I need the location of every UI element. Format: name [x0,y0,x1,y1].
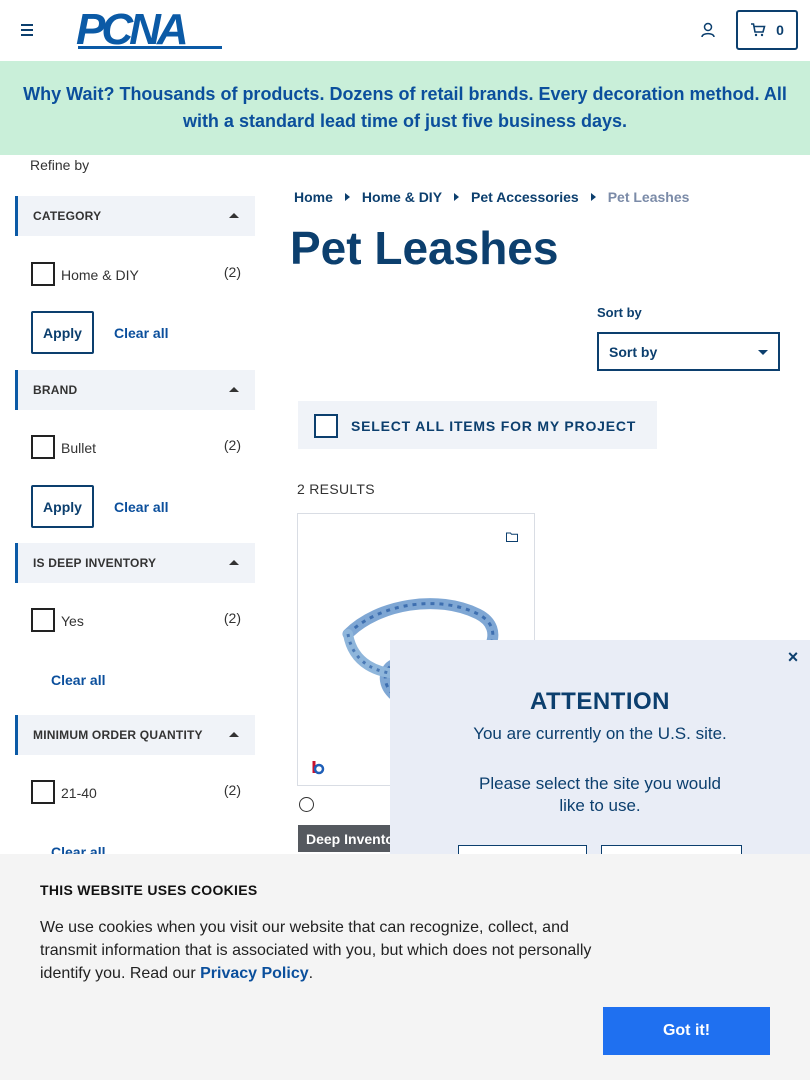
bullet-brand-icon [311,760,325,775]
facet-option-label: Bullet [61,440,97,456]
close-icon[interactable]: × [786,648,800,666]
promo-banner-text: Why Wait? Thousands of products. Dozens … [23,84,787,131]
clear-all-deep-inventory[interactable]: Clear all [51,672,105,688]
breadcrumb-arrow-icon [454,193,460,201]
account-icon[interactable] [699,21,717,39]
facet-option-count: (2) [223,437,241,453]
cookie-banner: THIS WEBSITE USES COOKIES We use cookies… [0,854,810,1080]
breadcrumb-home[interactable]: Home [294,189,333,205]
facet-header-deep-inventory[interactable]: IS DEEP INVENTORY [15,543,255,583]
sort-label: Sort by [597,305,642,320]
select-all-checkbox[interactable] [314,414,338,438]
checkbox[interactable] [31,435,55,459]
facet-option-yes[interactable]: Yes (2) [31,608,246,632]
results-count: 2 RESULTS [297,481,375,497]
cookie-text: We use cookies when you visit our websit… [40,916,600,985]
facet-option-label: 21-40 [61,785,97,801]
select-all-label: SELECT ALL ITEMS FOR MY PROJECT [351,418,637,434]
facet-option-label: Home & DIY [61,267,139,283]
cart-button[interactable]: 0 [736,10,798,50]
facet-option-label: Yes [61,613,84,629]
pcna-logo[interactable]: PCNA [76,5,222,54]
modal-title: ATTENTION [529,688,671,715]
cookie-title: THIS WEBSITE USES COOKIES [40,882,258,898]
sort-select[interactable]: Sort by [597,332,780,371]
promo-banner: Why Wait? Thousands of products. Dozens … [0,61,810,155]
chevron-down-icon [758,350,768,355]
facet-title: IS DEEP INVENTORY [33,556,157,570]
checkbox[interactable] [31,780,55,804]
product-compare-radio[interactable] [299,797,314,812]
checkbox[interactable] [31,262,55,286]
facet-option-count: (2) [223,264,241,280]
sort-select-value: Sort by [609,343,658,360]
checkbox[interactable] [31,608,55,632]
site-selector-modal: × ATTENTION You are currently on the U.S… [390,640,810,885]
facet-option-home-diy[interactable]: Home & DIY (2) [31,262,246,286]
facet-title: MINIMUM ORDER QUANTITY [33,728,203,742]
logo-text: PCNA [76,5,189,54]
breadcrumb: Home Home & DIY Pet Accessories Pet Leas… [294,189,689,205]
select-all-items[interactable]: SELECT ALL ITEMS FOR MY PROJECT [298,401,657,449]
facet-option-count: (2) [223,782,241,798]
modal-message: You are currently on the U.S. site. [473,724,727,743]
cookie-period: . [308,965,314,982]
page-title: Pet Leashes [290,222,559,274]
hamburger-menu-icon[interactable] [18,20,38,40]
caret-up-icon [229,732,239,737]
modal-instruction: Please select the site you would like to… [479,774,721,815]
caret-up-icon [229,387,239,392]
caret-up-icon [229,560,239,565]
clear-all-brand[interactable]: Clear all [114,499,168,515]
apply-button-brand[interactable]: Apply [31,485,94,528]
facet-option-count: (2) [223,610,241,626]
logo-underline [78,46,222,49]
caret-up-icon [229,213,239,218]
cart-icon [751,23,766,37]
facet-option-bullet[interactable]: Bullet (2) [31,435,246,459]
apply-button-category[interactable]: Apply [31,311,94,354]
breadcrumb-arrow-icon [344,193,350,201]
breadcrumb-arrow-icon [590,193,596,201]
got-it-button[interactable]: Got it! [603,1007,770,1055]
facet-header-brand[interactable]: BRAND [15,370,255,410]
privacy-policy-link[interactable]: Privacy Policy [200,965,309,982]
facet-option-21-40[interactable]: 21-40 (2) [31,780,246,804]
facet-title: CATEGORY [33,209,102,223]
breadcrumb-current: Pet Leashes [607,189,690,205]
facet-header-min-order-qty[interactable]: MINIMUM ORDER QUANTITY [15,715,255,755]
cookie-body: We use cookies when you visit our websit… [40,919,592,982]
facet-header-category[interactable]: CATEGORY [15,196,255,236]
clear-all-category[interactable]: Clear all [114,325,168,341]
breadcrumb-pet-accessories[interactable]: Pet Accessories [471,189,579,205]
folder-icon[interactable] [506,532,518,542]
site-header: PCNA 0 [0,0,810,61]
refine-by-label: Refine by [30,157,90,173]
breadcrumb-home-diy[interactable]: Home & DIY [362,189,442,205]
facet-title: BRAND [33,383,78,397]
cart-count: 0 [776,22,784,38]
